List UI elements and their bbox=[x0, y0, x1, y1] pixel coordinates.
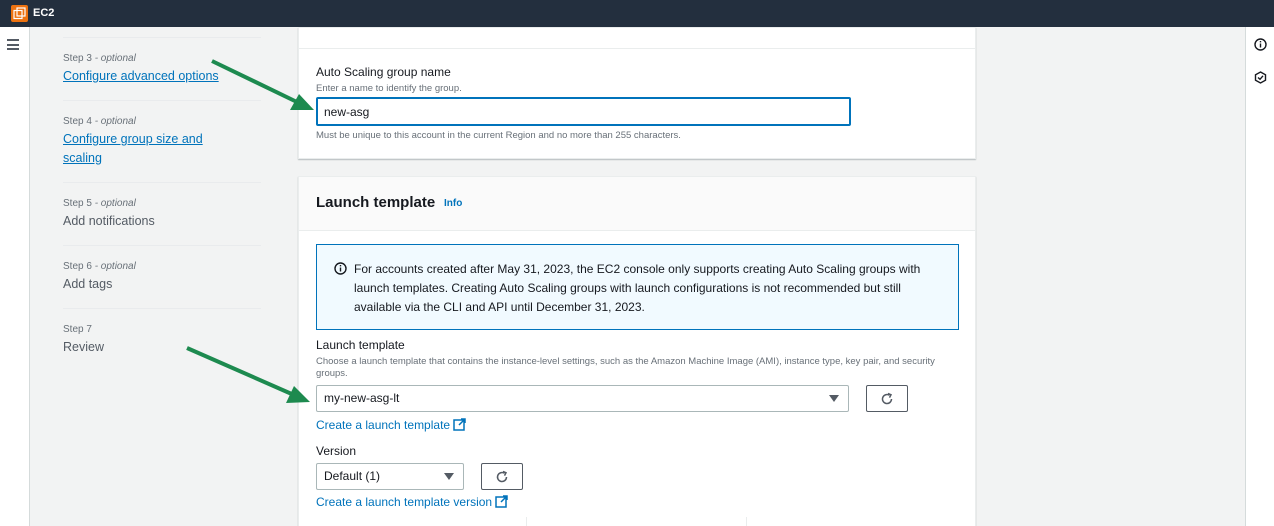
external-link-icon bbox=[453, 418, 466, 431]
step-link-configure-group-size[interactable]: Configure group size and scaling bbox=[63, 130, 223, 168]
launch-template-select[interactable]: my-new-asg-lt bbox=[316, 385, 849, 412]
asg-name-description: Enter a name to identify the group. bbox=[316, 83, 462, 94]
launch-template-description: Choose a launch template that contains t… bbox=[316, 356, 935, 379]
selected-value: my-new-asg-lt bbox=[324, 391, 400, 405]
asg-name-constraint: Must be unique to this account in the cu… bbox=[316, 130, 681, 141]
info-panel-icon[interactable] bbox=[1254, 38, 1267, 51]
external-link-icon bbox=[495, 495, 508, 508]
step-title: Review bbox=[63, 340, 104, 354]
step-number: Step 3 - optional bbox=[63, 53, 136, 64]
launch-template-header: Launch template Info bbox=[299, 177, 975, 231]
caret-down-icon bbox=[829, 395, 839, 402]
wizard-step-4: Step 4 - optional Configure group size a… bbox=[63, 100, 261, 168]
step-link-configure-advanced-options[interactable]: Configure advanced options bbox=[63, 67, 261, 86]
info-icon bbox=[334, 262, 347, 275]
top-navigation-bar: EC2 bbox=[0, 0, 1274, 27]
refresh-button[interactable] bbox=[866, 385, 908, 412]
ec2-service-icon[interactable] bbox=[11, 5, 28, 22]
wizard-navigation: Step 3 - optional Configure advanced opt… bbox=[31, 27, 291, 526]
create-launch-template-version-link[interactable]: Create a launch template version bbox=[316, 495, 508, 509]
version-select[interactable]: Default (1) bbox=[316, 463, 464, 490]
wizard-step-7: Step 7 Review bbox=[63, 308, 261, 357]
step-number: Step 7 bbox=[63, 324, 92, 335]
asg-name-input[interactable] bbox=[316, 97, 851, 126]
container-header-strip bbox=[299, 28, 975, 49]
launch-template-container: Launch template Info For accounts create… bbox=[298, 176, 976, 526]
step-number: Step 6 - optional bbox=[63, 261, 136, 272]
asg-name-label: Auto Scaling group name bbox=[316, 65, 451, 79]
caret-down-icon bbox=[444, 473, 454, 480]
name-container: Auto Scaling group name Enter a name to … bbox=[298, 27, 976, 159]
left-rail bbox=[0, 27, 30, 526]
refresh-icon bbox=[496, 470, 508, 483]
step-title: Add notifications bbox=[63, 214, 155, 228]
launch-template-label: Launch template bbox=[316, 338, 405, 352]
step-title: Add tags bbox=[63, 277, 113, 291]
wizard-step-3: Step 3 - optional Configure advanced opt… bbox=[63, 37, 261, 86]
menu-icon[interactable] bbox=[7, 39, 19, 50]
step-number: Step 5 - optional bbox=[63, 198, 136, 209]
wizard-step-6: Step 6 - optional Add tags bbox=[63, 245, 261, 294]
tutorial-panel-icon[interactable] bbox=[1254, 71, 1267, 84]
service-name[interactable]: EC2 bbox=[33, 7, 54, 19]
info-link[interactable]: Info bbox=[444, 198, 462, 209]
wizard-step-5: Step 5 - optional Add notifications bbox=[63, 182, 261, 231]
launch-template-heading: Launch template bbox=[316, 194, 436, 211]
version-label: Version bbox=[316, 444, 357, 458]
table-divider bbox=[526, 517, 527, 526]
right-rail bbox=[1245, 27, 1274, 526]
info-alert: For accounts created after May 31, 2023,… bbox=[316, 244, 959, 330]
version-refresh-button[interactable] bbox=[481, 463, 523, 490]
step-number: Step 4 - optional bbox=[63, 116, 136, 127]
table-divider bbox=[746, 517, 747, 526]
create-launch-template-link[interactable]: Create a launch template bbox=[316, 418, 466, 432]
selected-value: Default (1) bbox=[324, 469, 381, 483]
refresh-icon bbox=[881, 392, 893, 405]
alert-text: For accounts created after May 31, 2023,… bbox=[354, 262, 921, 314]
